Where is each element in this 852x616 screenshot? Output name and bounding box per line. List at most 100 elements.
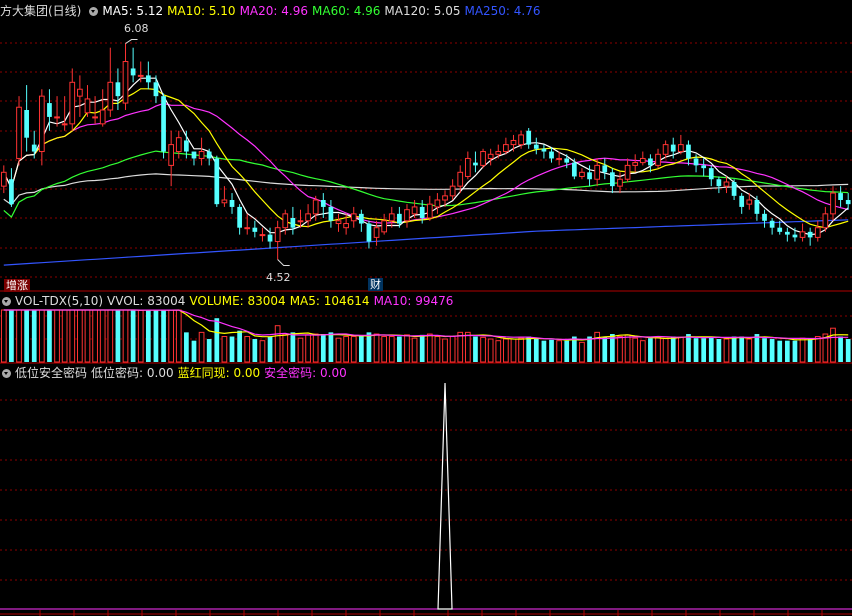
candle-body-up: [404, 209, 410, 222]
candle-body-up: [244, 227, 251, 230]
volume-bar-down: [754, 334, 760, 362]
ma120-label: MA120: 5.05: [384, 4, 461, 18]
volume-bar-up: [84, 309, 91, 363]
vvol-label: VVOL: 83004: [107, 294, 186, 308]
candle-body-down: [739, 195, 745, 207]
candle-body-down: [328, 206, 334, 221]
volume-bar-up: [175, 309, 182, 363]
candle-body-up: [426, 203, 433, 219]
volume-bar-up: [518, 337, 524, 363]
vol-indicator-name: VOL-TDX(5,10): [15, 294, 104, 308]
volume-bar-up: [579, 341, 585, 363]
volume-bar-up: [632, 337, 639, 363]
candle-body-up: [388, 213, 395, 222]
volume-bar-up: [244, 336, 251, 363]
candle-body-up: [579, 171, 585, 177]
tag-cai[interactable]: 财: [368, 278, 383, 291]
candle-body-down: [526, 130, 532, 145]
candle-body-down: [777, 227, 783, 232]
candle-body-up: [632, 162, 639, 166]
candle-body-up: [503, 144, 509, 153]
volume-bar-down: [784, 340, 790, 362]
volume-bar-up: [556, 340, 562, 363]
volume-label: VOLUME: 83004: [189, 294, 286, 308]
candle-body-down: [610, 172, 615, 187]
candle-body-up: [38, 95, 45, 153]
volume-bar-up: [0, 309, 7, 363]
ma60-line: [3, 150, 849, 218]
volume-bar-down: [328, 332, 334, 362]
candle-body-up: [723, 181, 730, 187]
candle-body-up: [61, 123, 68, 126]
candle-body-up: [434, 199, 441, 208]
candle-body-up: [677, 144, 684, 153]
volume-bar-down: [290, 332, 296, 362]
candle-body-down: [693, 158, 699, 166]
volume-bar-down: [526, 336, 532, 362]
volume-bar-up: [639, 340, 646, 363]
volume-bar-up: [799, 337, 806, 363]
candle-body-down: [564, 158, 570, 163]
candle-body-up: [137, 74, 144, 77]
volume-bar-up: [594, 331, 601, 363]
volume-bar-up: [617, 336, 623, 363]
candle-body-down: [24, 110, 29, 138]
volume-bar-up: [388, 336, 395, 363]
candle-body-up: [282, 213, 289, 229]
volume-bar-down: [47, 310, 52, 362]
volume-bar-up: [434, 336, 441, 363]
volume-bar-up: [510, 338, 517, 363]
candle-body-down: [716, 179, 722, 187]
volume-bar-up: [38, 309, 45, 363]
candle-body-down: [237, 206, 242, 228]
volume-bar-down: [762, 338, 767, 362]
ma250-label: MA250: 4.76: [464, 4, 541, 18]
tag-left[interactable]: 增涨: [4, 279, 30, 292]
volume-bar-up: [274, 325, 281, 363]
indicator-name: 低位安全密码: [15, 366, 88, 380]
candle-body-down: [807, 231, 813, 238]
candle-body-down: [47, 103, 52, 117]
chevron-down-icon[interactable]: [2, 297, 11, 306]
volume-bar-up: [624, 334, 631, 363]
candle-body-up: [350, 213, 357, 222]
volume-bar-up: [677, 336, 684, 363]
candle-body-up: [662, 144, 669, 155]
candle-body-down: [762, 213, 767, 221]
candle-body-up: [442, 195, 448, 201]
high-price-label: 6.08: [124, 22, 149, 35]
volume-bar-up: [442, 338, 448, 363]
volume-bar-down: [153, 310, 159, 362]
candle-body-down: [571, 162, 577, 177]
candle-body-down: [145, 75, 151, 83]
chevron-down-icon[interactable]: [2, 369, 11, 378]
volume-bar-up: [723, 338, 730, 363]
volume-bar-down: [237, 330, 242, 362]
volume-bar-down: [191, 340, 197, 362]
indicator-p3: 安全密码: 0.00: [264, 366, 347, 380]
candle-body-up: [259, 234, 266, 237]
candle-body-down: [358, 213, 364, 224]
volume-bar-down: [397, 336, 402, 362]
candle-body-down: [533, 144, 539, 149]
ma5-line: [3, 77, 849, 236]
candle-body-up: [381, 220, 388, 233]
candle-body-down: [708, 168, 714, 180]
candle-body-down: [541, 148, 547, 152]
candle-body-up: [464, 157, 471, 177]
candle-body-up: [0, 171, 7, 187]
volume-bar-down: [229, 336, 235, 362]
indicator-p2: 蓝红同现: 0.00: [177, 366, 261, 380]
candle-body-up: [814, 227, 821, 238]
volume-bar-up: [830, 327, 836, 363]
volume-bar-up: [457, 331, 464, 363]
indicator-p1: 低位密码: 0.00: [91, 366, 174, 380]
candle-body-up: [198, 151, 205, 159]
volume-bar-down: [564, 340, 570, 362]
candle-body-down: [549, 151, 554, 159]
chevron-down-icon[interactable]: [89, 7, 99, 16]
volume-bar-up: [464, 331, 471, 363]
volume-bar-down: [549, 339, 554, 362]
ma60-label: MA60: 4.96: [312, 4, 381, 18]
volume-bar-up: [495, 340, 502, 363]
